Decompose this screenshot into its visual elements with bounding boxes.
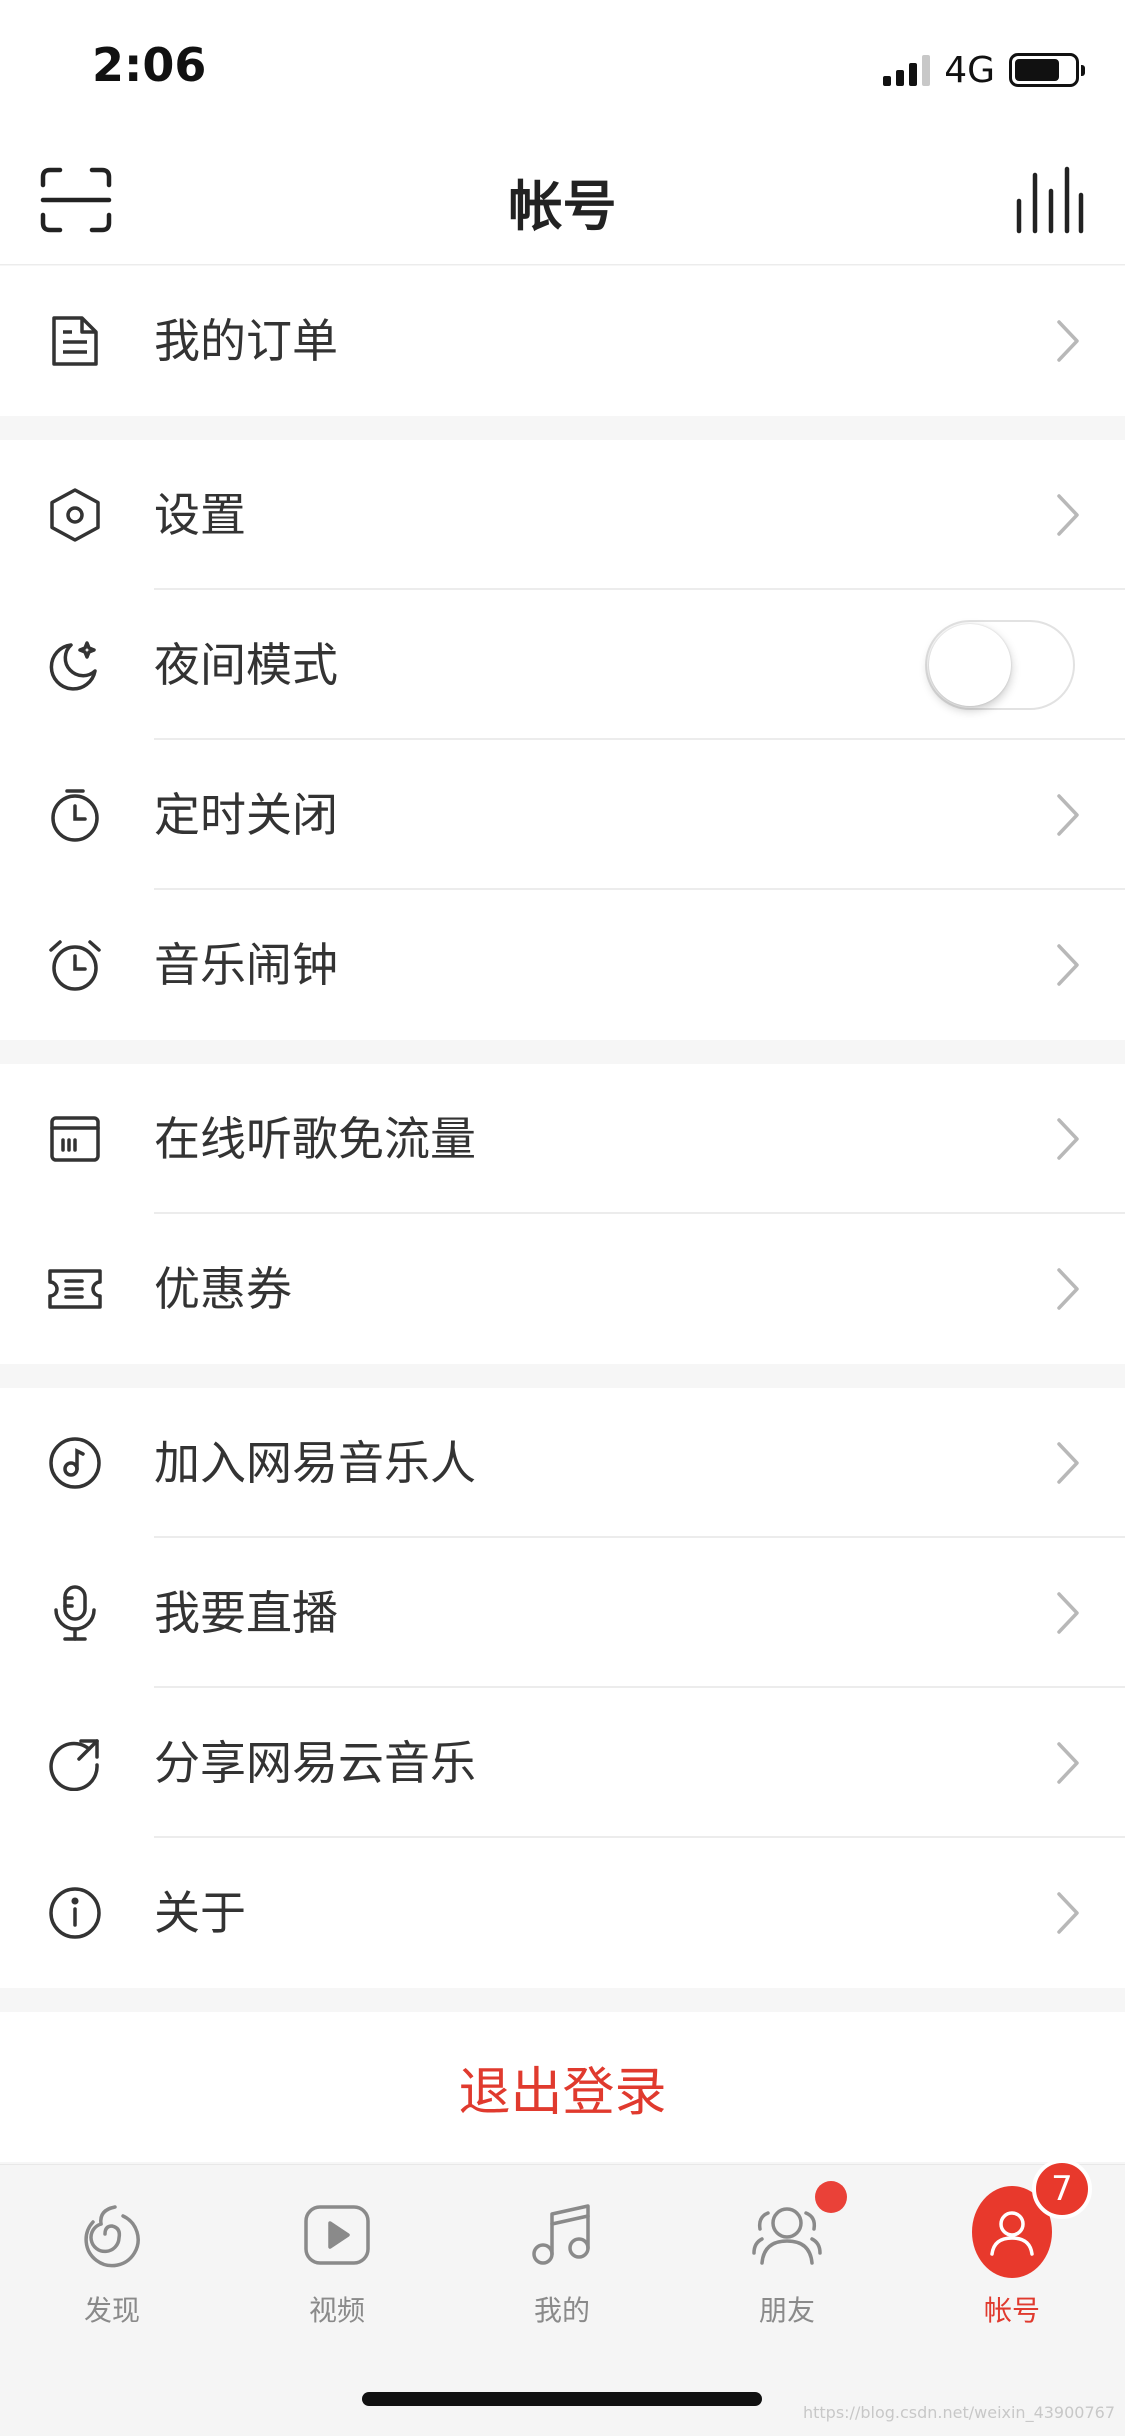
tab-video[interactable]: 视频 xyxy=(257,2195,417,2345)
tab-discover[interactable]: 发现 xyxy=(32,2195,192,2345)
menu-item-label: 加入网易音乐人 xyxy=(154,1436,476,1490)
timer-icon xyxy=(44,787,106,843)
data-free-icon xyxy=(44,1111,106,1167)
menu-item-coupons[interactable]: 优惠券 xyxy=(0,1214,1125,1364)
night-mode-icon xyxy=(44,637,106,693)
music-note-icon xyxy=(522,2195,602,2275)
status-bar: 2:06 4G xyxy=(0,0,1125,140)
settings-icon xyxy=(44,487,106,543)
menu-item-label: 优惠券 xyxy=(154,1262,292,1316)
menu-item-orders[interactable]: 我的订单 xyxy=(0,266,1125,416)
playing-button[interactable] xyxy=(1009,160,1089,240)
signal-icon xyxy=(883,54,931,86)
menu-item-label: 分享网易云音乐 xyxy=(154,1736,476,1790)
section-gap xyxy=(0,1988,1125,2012)
menu-item-label: 夜间模式 xyxy=(154,638,338,692)
chevron-right-icon xyxy=(1057,944,1079,986)
status-time: 2:06 xyxy=(92,38,207,92)
logout-label: 退出登录 xyxy=(458,2062,667,2123)
notification-badge: 7 xyxy=(1032,2159,1092,2219)
tab-label: 帐号 xyxy=(983,2294,1040,2327)
home-indicator xyxy=(362,2392,762,2406)
alarm-icon xyxy=(44,937,106,993)
menu-item-live[interactable]: 我要直播 xyxy=(0,1538,1125,1688)
chevron-right-icon xyxy=(1057,1742,1079,1784)
night-mode-toggle[interactable] xyxy=(925,620,1075,710)
discover-icon xyxy=(72,2195,152,2275)
chevron-right-icon xyxy=(1057,320,1079,362)
menu-item-label: 我的订单 xyxy=(154,314,338,368)
toggle-knob xyxy=(929,624,1011,706)
equalizer-icon xyxy=(1016,166,1084,234)
logout-button[interactable]: 退出登录 xyxy=(0,2012,1125,2162)
menu-list: 我的订单 设置 夜间模式 定时关闭 音乐闹钟 在线听歌免流量 优惠券 加入网易音… xyxy=(0,266,1125,2162)
menu-item-data-free[interactable]: 在线听歌免流量 xyxy=(0,1064,1125,1214)
menu-item-label: 设置 xyxy=(154,488,246,542)
menu-group-orders: 我的订单 xyxy=(0,266,1125,416)
tab-label: 视频 xyxy=(308,2294,365,2327)
menu-item-share[interactable]: 分享网易云音乐 xyxy=(0,1688,1125,1838)
menu-group-more: 加入网易音乐人 我要直播 分享网易云音乐 关于 xyxy=(0,1388,1125,1988)
menu-item-label: 定时关闭 xyxy=(154,788,338,842)
menu-item-about[interactable]: 关于 xyxy=(0,1838,1125,1988)
chevron-right-icon xyxy=(1057,494,1079,536)
network-label: 4G xyxy=(944,49,995,91)
microphone-icon xyxy=(44,1585,106,1641)
tab-friends[interactable]: 朋友 xyxy=(707,2181,867,2345)
menu-item-label: 关于 xyxy=(154,1886,246,1940)
order-icon xyxy=(44,313,106,369)
friends-icon xyxy=(747,2181,847,2275)
section-gap xyxy=(0,1040,1125,1064)
menu-item-sleep-timer[interactable]: 定时关闭 xyxy=(0,740,1125,890)
notification-dot xyxy=(815,2181,847,2213)
menu-item-music-alarm[interactable]: 音乐闹钟 xyxy=(0,890,1125,1040)
battery-icon xyxy=(1009,53,1085,87)
tab-label: 我的 xyxy=(533,2294,590,2327)
chevron-right-icon xyxy=(1057,1592,1079,1634)
video-icon xyxy=(297,2195,377,2275)
watermark: https://blog.csdn.net/weixin_43900767 xyxy=(802,2403,1115,2422)
status-indicators: 4G xyxy=(883,48,1085,92)
tab-my-music[interactable]: 我的 xyxy=(482,2195,642,2345)
chevron-right-icon xyxy=(1057,1442,1079,1484)
menu-group-settings: 设置 夜间模式 定时关闭 音乐闹钟 xyxy=(0,440,1125,1040)
menu-item-label: 我要直播 xyxy=(154,1586,338,1640)
page-title: 帐号 xyxy=(508,175,617,238)
share-icon xyxy=(44,1735,106,1791)
tab-label: 朋友 xyxy=(758,2294,815,2327)
section-gap xyxy=(0,1364,1125,1388)
menu-item-label: 音乐闹钟 xyxy=(154,938,338,992)
section-gap xyxy=(0,416,1125,440)
chevron-right-icon xyxy=(1057,794,1079,836)
menu-item-musician[interactable]: 加入网易音乐人 xyxy=(0,1388,1125,1538)
menu-item-label: 在线听歌免流量 xyxy=(154,1112,476,1166)
chevron-right-icon xyxy=(1057,1892,1079,1934)
menu-group-services: 在线听歌免流量 优惠券 xyxy=(0,1064,1125,1364)
chevron-right-icon xyxy=(1057,1268,1079,1310)
musician-icon xyxy=(44,1435,106,1491)
tab-account[interactable]: 7 帐号 xyxy=(932,2159,1092,2345)
account-tab-icon-wrap: 7 xyxy=(972,2159,1092,2278)
menu-item-night-mode: 夜间模式 xyxy=(0,590,1125,740)
coupon-icon xyxy=(44,1261,106,1317)
info-icon xyxy=(44,1885,106,1941)
tab-label: 发现 xyxy=(83,2294,140,2327)
chevron-right-icon xyxy=(1057,1118,1079,1160)
menu-item-settings[interactable]: 设置 xyxy=(0,440,1125,590)
nav-bar: 帐号 xyxy=(0,140,1125,265)
